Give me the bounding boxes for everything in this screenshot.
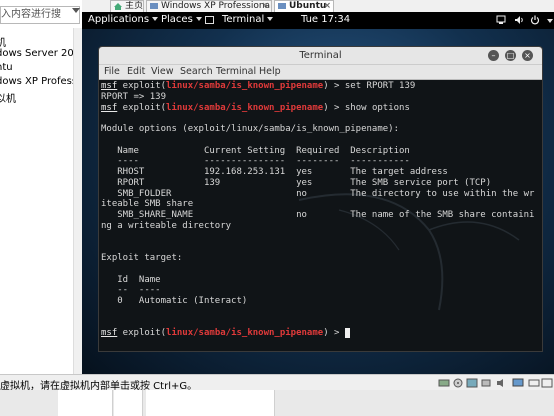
library-search-placeholder: 入内容进行搜 [1, 9, 61, 20]
close-button[interactable]: × [522, 50, 533, 61]
close-icon[interactable]: × [323, 1, 331, 12]
network-icon[interactable] [496, 15, 506, 25]
vm-tab-bar: 主页 Windows XP Professional × Ubuntu × [82, 0, 554, 12]
vm-icon [150, 3, 158, 9]
terminal-output-line: SMB_SHARE_NAME no The name of the SMB sh… [101, 210, 535, 220]
terminal-window[interactable]: Terminal – □ × File Edit View Search Ter… [98, 46, 543, 352]
library-search-input[interactable]: 入内容进行搜 [0, 6, 80, 24]
terminal-output-line: Module options (exploit/linux/samba/is_k… [101, 124, 400, 134]
module-name: linux/samba/is_known_pipename [166, 102, 324, 113]
clock[interactable]: Tue 17:34 [301, 14, 350, 25]
gnome-top-bar: Applications Places Terminal Tue 17:34 [82, 12, 554, 29]
usb-icon[interactable] [480, 378, 492, 388]
network-adapter-icon[interactable] [466, 378, 478, 388]
message-icon[interactable] [528, 378, 540, 388]
terminal-output-line: Name Current Setting Required Descriptio… [101, 145, 410, 156]
host-window-fragment [58, 390, 113, 416]
library-item[interactable]: ‍机 [0, 34, 6, 49]
tab-ubuntu-label: Ubuntu [289, 1, 327, 11]
vm-display[interactable]: Applications Places Terminal Tue 17:34 T… [82, 12, 554, 374]
terminal-prompt-line: msf exploit(linux/samba/is_known_pipenam… [101, 102, 410, 113]
terminal-app-label: Terminal [222, 14, 265, 25]
chevron-down-icon [267, 17, 274, 21]
library-item-vm[interactable]: 以机 [0, 90, 16, 105]
terminal-output-line: SMB_FOLDER no The directory to use withi… [101, 188, 535, 199]
terminal-menubar: File Edit View Search Terminal Help [99, 65, 542, 80]
fullscreen-icon[interactable] [541, 378, 553, 388]
places-label: Places [161, 14, 193, 25]
terminal-output-line: RPORT => 139 [101, 91, 167, 102]
terminal-titlebar[interactable]: Terminal – □ × [99, 47, 542, 65]
terminal-output-line: ---- --------------- -------- ----------… [101, 156, 410, 167]
library-item-ubuntu[interactable]: ntu [0, 62, 13, 73]
host-window-fragment [146, 390, 275, 416]
search-dropdown-icon[interactable] [72, 8, 80, 13]
vm-icon [278, 3, 286, 9]
terminal-output-line: RHOST 192.168.253.131 yes The target add… [101, 167, 448, 177]
applications-label: Applications [88, 14, 150, 25]
terminal-prompt-line: msf exploit(linux/samba/is_known_pipenam… [101, 81, 416, 91]
sound-icon[interactable] [496, 378, 508, 388]
host-background [0, 390, 554, 416]
menu-search[interactable]: Search [180, 66, 213, 77]
terminal-app-menu[interactable]: Terminal [222, 14, 274, 25]
chevron-down-icon [195, 17, 202, 21]
terminal-output-line: 0 Automatic (Interact) [101, 296, 248, 306]
tab-windows-xp-label: Windows XP Professional [161, 1, 272, 11]
maximize-button[interactable]: □ [505, 50, 516, 61]
host-status-bar: 虚拟机，请在虚拟机内部单击或按 Ctrl+G。 [0, 374, 554, 392]
volume-icon[interactable] [514, 15, 524, 25]
terminal-output-line: ng a writeable directory [101, 220, 232, 231]
module-name: linux/samba/is_known_pipename [166, 328, 324, 339]
chevron-down-icon [152, 17, 159, 21]
terminal-icon [205, 16, 214, 24]
minimize-button[interactable]: – [488, 50, 499, 61]
terminal-title: Terminal [299, 50, 342, 61]
terminal-output-line: iteable SMB share [101, 199, 194, 210]
tab-ubuntu[interactable]: Ubuntu × [274, 0, 334, 12]
menu-view[interactable]: View [151, 66, 174, 77]
menu-file[interactable]: File [104, 66, 120, 77]
home-icon [114, 3, 122, 10]
close-icon[interactable]: × [261, 1, 269, 12]
library-item-windows-xp[interactable]: dows XP Professio [0, 76, 82, 87]
library-panel: 入内容进行搜 ‍机 dows Server 2003 ntu dows XP P… [0, 0, 83, 376]
power-icon[interactable] [530, 15, 540, 25]
terminal-output-line: -- ---- [101, 285, 161, 296]
chevron-down-icon[interactable] [547, 19, 553, 23]
menu-edit[interactable]: Edit [127, 66, 145, 77]
terminal-cursor [344, 328, 351, 339]
msf-prompt: msf [101, 81, 118, 91]
terminal-output-line: Id Name [101, 274, 161, 285]
msf-prompt: msf [101, 328, 118, 339]
terminal-output[interactable]: msf exploit(linux/samba/is_known_pipenam… [99, 80, 542, 351]
cdrom-icon[interactable] [452, 378, 464, 388]
terminal-output-line: Exploit target: [101, 253, 183, 263]
library-item-windows-server-2003[interactable]: dows Server 2003 [0, 48, 82, 59]
terminal-prompt-line: msf exploit(linux/samba/is_known_pipenam… [101, 328, 351, 339]
menu-terminal[interactable]: Terminal [216, 66, 256, 77]
display-icon[interactable] [512, 378, 524, 388]
tab-windows-xp[interactable]: Windows XP Professional × [146, 0, 272, 12]
module-name: linux/samba/is_known_pipename [166, 81, 324, 91]
applications-menu[interactable]: Applications [88, 14, 159, 25]
harddisk-icon[interactable] [438, 378, 450, 388]
tab-home-label: 主页 [125, 1, 144, 11]
terminal-text: msf exploit(linux/samba/is_known_pipenam… [101, 81, 534, 339]
places-menu[interactable]: Places [161, 14, 202, 25]
menu-help[interactable]: Help [259, 66, 281, 77]
host-window-fragment [114, 390, 143, 416]
tab-home[interactable]: 主页 [110, 0, 144, 12]
msf-prompt: msf [101, 102, 118, 113]
terminal-output-line: RPORT 139 yes The SMB service port (TCP) [101, 177, 492, 188]
